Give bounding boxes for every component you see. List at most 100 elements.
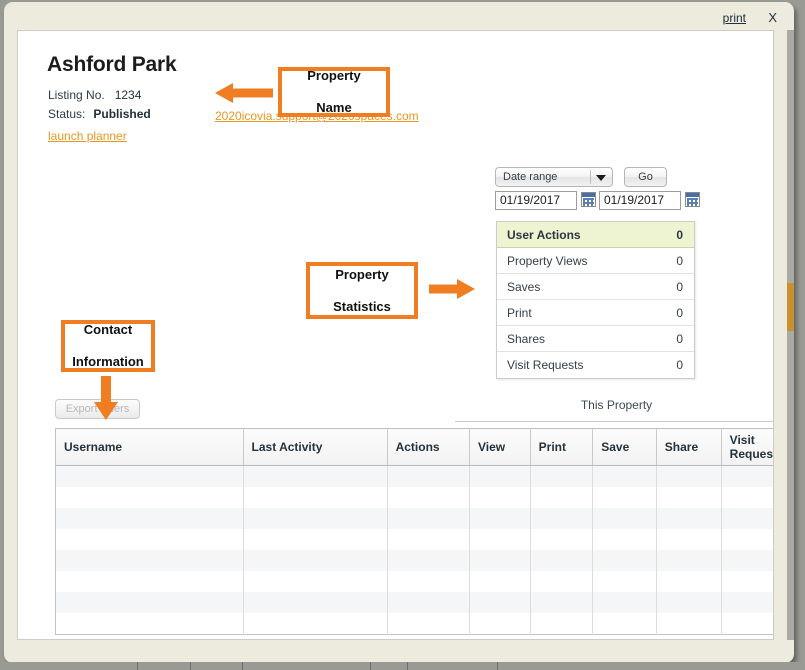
- table-cell: [469, 508, 530, 529]
- table-row[interactable]: [56, 592, 775, 613]
- select-divider: [590, 170, 591, 184]
- start-date-input[interactable]: 01/19/2017: [495, 191, 577, 210]
- calendar-icon-header: [686, 193, 699, 197]
- users-table-body: [56, 466, 775, 635]
- stat-value: 0: [676, 332, 683, 346]
- table-cell: [530, 529, 593, 550]
- table-cell: [387, 571, 469, 592]
- table-cell: [469, 487, 530, 508]
- table-cell: [469, 529, 530, 550]
- taskbar-divider: [407, 662, 408, 670]
- column-header-print[interactable]: Print: [530, 429, 593, 466]
- annotation-property-name: Property Name: [278, 67, 390, 117]
- table-cell: [593, 487, 657, 508]
- table-cell: [593, 592, 657, 613]
- date-range-select[interactable]: Date range: [495, 167, 613, 187]
- this-property-group-label: This Property: [455, 398, 774, 412]
- taskbar-divider: [242, 662, 243, 670]
- scrollbar-thumb[interactable]: [787, 283, 794, 331]
- column-header-username[interactable]: Username: [56, 429, 244, 466]
- table-row[interactable]: [56, 529, 775, 550]
- stat-row-shares: Shares 0: [497, 326, 694, 352]
- table-cell: [243, 613, 387, 635]
- table-cell: [243, 571, 387, 592]
- date-range-select-value: Date range: [503, 171, 557, 183]
- column-header-share[interactable]: Share: [656, 429, 721, 466]
- stat-row-saves: Saves 0: [497, 274, 694, 300]
- table-cell: [656, 508, 721, 529]
- table-cell: [56, 487, 244, 508]
- table-row[interactable]: [56, 571, 775, 592]
- taskbar-divider: [370, 662, 371, 670]
- close-icon[interactable]: X: [768, 10, 777, 25]
- table-cell: [530, 613, 593, 635]
- users-table-header-row: Username Last Activity Actions View Prin…: [56, 429, 775, 466]
- this-property-group-rule: [455, 421, 774, 422]
- table-cell: [469, 550, 530, 571]
- table-cell: [56, 466, 244, 488]
- status-row: Status:Published: [48, 107, 151, 121]
- table-cell: [387, 550, 469, 571]
- annotation-line-2: Information: [72, 354, 144, 370]
- print-link[interactable]: print: [723, 11, 746, 25]
- page-title: Ashford Park: [47, 53, 176, 77]
- table-row[interactable]: [56, 613, 775, 635]
- screen: print X Ashford Park Listing No. 1234 Sta…: [0, 0, 805, 670]
- table-cell: [387, 508, 469, 529]
- user-actions-header: User Actions 0: [497, 222, 694, 248]
- table-row[interactable]: [56, 466, 775, 488]
- status-label: Status:: [48, 107, 85, 121]
- table-cell: [56, 550, 244, 571]
- table-cell: [243, 592, 387, 613]
- listing-number-label: Listing No.: [48, 88, 105, 102]
- launch-planner-link[interactable]: launch planner: [48, 129, 127, 143]
- taskbar-divider: [137, 662, 138, 670]
- table-row[interactable]: [56, 508, 775, 529]
- stat-value: 0: [676, 280, 683, 294]
- table-cell: [469, 613, 530, 635]
- calendar-icon[interactable]: [685, 192, 700, 207]
- table-cell: [387, 613, 469, 635]
- table-cell: [593, 613, 657, 635]
- arrow-left-icon: [215, 81, 273, 105]
- end-date-input[interactable]: 01/19/2017: [599, 191, 681, 210]
- table-cell: [387, 466, 469, 488]
- table-cell: [243, 466, 387, 488]
- table-cell: [243, 508, 387, 529]
- table-cell: [656, 613, 721, 635]
- stat-value: 0: [676, 254, 683, 268]
- annotation-line-1: Property: [333, 267, 391, 283]
- table-cell: [656, 592, 721, 613]
- vertical-scrollbar[interactable]: [787, 30, 794, 640]
- table-cell: [721, 529, 774, 550]
- taskbar: [0, 662, 805, 670]
- table-cell: [593, 466, 657, 488]
- table-cell: [387, 529, 469, 550]
- stat-row-property-views: Property Views 0: [497, 248, 694, 274]
- table-cell: [656, 466, 721, 488]
- report-page: Ashford Park Listing No. 1234 Status:Publ…: [17, 30, 774, 640]
- go-button[interactable]: Go: [624, 167, 667, 187]
- column-header-visit-request[interactable]: Visit Request: [721, 429, 774, 466]
- table-cell: [656, 529, 721, 550]
- table-row[interactable]: [56, 487, 775, 508]
- stat-value: 0: [676, 358, 683, 372]
- calendar-icon[interactable]: [581, 192, 596, 207]
- table-cell: [243, 487, 387, 508]
- table-cell: [530, 571, 593, 592]
- table-cell: [721, 508, 774, 529]
- stat-value: 0: [676, 306, 683, 320]
- annotation-property-statistics: Property Statistics: [306, 262, 418, 319]
- column-header-actions[interactable]: Actions: [387, 429, 469, 466]
- annotation-line-2: Name: [307, 100, 360, 116]
- users-table-head: Username Last Activity Actions View Prin…: [56, 429, 775, 466]
- arrow-down-icon: [93, 376, 119, 420]
- column-header-view[interactable]: View: [469, 429, 530, 466]
- listing-number-value: 1234: [115, 88, 142, 102]
- column-header-save[interactable]: Save: [593, 429, 657, 466]
- annotation-contact-information: Contact Information: [61, 320, 155, 372]
- column-header-last-activity[interactable]: Last Activity: [243, 429, 387, 466]
- chevron-down-icon: [596, 175, 606, 181]
- table-row[interactable]: [56, 550, 775, 571]
- table-cell: [56, 508, 244, 529]
